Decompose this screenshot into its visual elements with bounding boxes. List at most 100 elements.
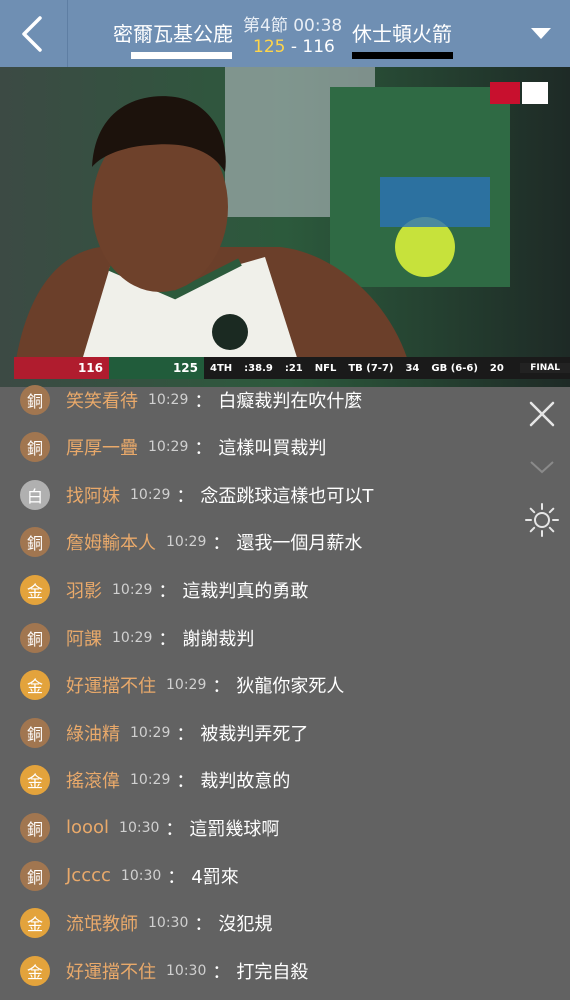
chat-panel[interactable]: 銅笑笑看待 10:29：白癡裁判在吹什麼銅厚厚一疊 10:29：這樣叫買裁判白找阿妹… (0, 384, 570, 1000)
chat-time: 10:29 (130, 486, 171, 503)
chat-time: 10:29 (112, 629, 153, 646)
chat-text: 狄龍你家死人 (236, 676, 345, 698)
chat-colon: ： (158, 580, 177, 602)
chat-username[interactable]: 阿課 (66, 625, 102, 651)
chat-username[interactable]: 搖滾偉 (66, 767, 120, 793)
chat-text: 謝謝裁判 (182, 628, 255, 650)
chat-message[interactable]: 銅阿課 10:29 ：謝謝裁判 (0, 614, 520, 661)
score-separator: - (285, 37, 303, 57)
level-badge: 銅 (20, 527, 50, 558)
level-badge: 銅 (20, 717, 50, 748)
chat-colon: ： (176, 485, 195, 507)
chat-time: 10:30 (120, 867, 162, 884)
chat-username[interactable]: 詹姆輸本人 (66, 529, 156, 555)
chat-time: 10:29 (148, 439, 189, 456)
level-badge: 銅 (20, 812, 50, 843)
chat-colon: ： (176, 771, 195, 793)
other-game-team2: GB (6-6) (431, 362, 478, 374)
chat-message[interactable]: 金流氓教師 10:30 ：沒犯規 (0, 900, 520, 947)
chevron-left-icon (22, 16, 42, 52)
chat-username[interactable]: loool (66, 817, 109, 838)
chat-username[interactable]: Jcccc (66, 865, 111, 886)
chevron-down-icon (530, 461, 554, 474)
close-button[interactable] (526, 398, 558, 434)
other-game-team1: TB (7-7) (348, 362, 394, 374)
chat-text: 念盃跳球這樣也可以T (200, 485, 374, 507)
chat-text: 沒犯規 (218, 914, 273, 936)
chat-username[interactable]: 厚厚一疊 (66, 434, 138, 460)
away-team-name[interactable]: 休士頓火箭 (352, 18, 452, 47)
chat-message[interactable]: 銅厚厚一疊 10:29 ：這樣叫買裁判 (0, 424, 520, 471)
home-team-name[interactable]: 密爾瓦基公鹿 (113, 18, 233, 47)
home-team-color-bar (131, 52, 232, 59)
chat-colon: ： (158, 628, 177, 650)
chat-message[interactable]: 金羽影 10:29 ：這裁判真的勇敢 (0, 566, 520, 613)
away-team-color-bar (352, 52, 453, 59)
chat-username[interactable]: 好運擋不住 (66, 958, 156, 984)
chat-time: 10:29 (112, 581, 153, 598)
game-header: 密爾瓦基公鹿 第4節 00:38 125 - 116 休士頓火箭 (0, 0, 570, 67)
chat-time: 10:30 (148, 915, 189, 932)
chat-message[interactable]: 金好運擋不住 10:30 ：打完自殺 (0, 947, 520, 994)
video-player[interactable]: 116 125 4TH :38.9 :21 NFL TB (7-7) 34 GB… (0, 67, 570, 387)
chat-message[interactable]: 白找阿妹 10:29 ：念盃跳球這樣也可以T (0, 471, 520, 518)
chat-colon: ： (194, 438, 213, 460)
chat-username[interactable]: 好運擋不住 (66, 672, 156, 698)
chat-message[interactable]: 金搖滾偉 10:29 ：裁判故意的 (0, 757, 520, 804)
chat-text: 打完自殺 (236, 961, 309, 983)
chat-text: 被裁判弄死了 (200, 723, 309, 745)
chat-time: 10:29 (130, 724, 171, 741)
chat-colon: ： (176, 723, 195, 745)
level-badge: 金 (20, 908, 50, 939)
divider (67, 0, 68, 67)
level-badge: 金 (20, 670, 50, 701)
level-badge: 白 (20, 479, 50, 510)
shot-clock: :21 (284, 362, 303, 374)
sun-icon (525, 503, 559, 537)
chat-message[interactable]: 銅 loool 10:30 ：這罰幾球啊 (0, 804, 520, 851)
chat-time: 10:30 (119, 819, 160, 836)
game-score: 125 - 116 (253, 37, 335, 57)
home-score: 125 (253, 37, 286, 57)
level-badge: 銅 (20, 432, 50, 463)
other-game-score2: 20 (489, 362, 504, 374)
game-period: 第4節 00:38 (243, 16, 343, 36)
chat-username[interactable]: 笑笑看待 (66, 387, 138, 413)
chat-username[interactable]: 羽影 (66, 577, 102, 603)
chat-text: 白癡裁判在吹什麼 (218, 390, 363, 412)
chat-username[interactable]: 綠油精 (66, 720, 120, 746)
chat-text: 這裁判真的勇敢 (182, 580, 309, 602)
brightness-button[interactable] (524, 502, 560, 542)
chat-text: 這樣叫買裁判 (218, 438, 327, 460)
video-frame (0, 67, 570, 387)
collapse-button[interactable] (528, 457, 556, 481)
chat-text: 這罰幾球啊 (189, 818, 280, 840)
chat-time: 10:29 (166, 677, 207, 694)
chat-message[interactable]: 金好運擋不住 10:29 ：狄龍你家死人 (0, 662, 520, 709)
back-button[interactable] (0, 0, 67, 67)
chat-time: 10:29 (130, 772, 171, 789)
dropdown-button[interactable] (530, 26, 552, 45)
chat-colon: ： (194, 390, 213, 412)
chat-username[interactable]: 找阿妹 (66, 482, 120, 508)
level-badge: 銅 (20, 384, 50, 415)
level-badge: 銅 (20, 622, 50, 653)
chat-colon: ： (165, 818, 184, 840)
chat-colon: ： (212, 961, 231, 983)
chat-colon: ： (167, 866, 186, 888)
chat-message[interactable]: 銅 Jcccc 10:30 ： 4罰來 (0, 852, 520, 899)
chat-message[interactable]: 銅綠油精 10:29 ：被裁判弄死了 (0, 709, 520, 756)
chat-time: 10:29 (148, 391, 189, 408)
chat-colon: ： (212, 676, 231, 698)
chat-text: 4罰來 (191, 866, 239, 888)
close-icon (529, 401, 555, 427)
chat-message[interactable]: 銅詹姆輸本人 10:29 ：還我一個月薪水 (0, 519, 520, 566)
chat-username[interactable]: 流氓教師 (66, 910, 138, 936)
chat-text: 裁判故意的 (200, 771, 291, 793)
away-score: 116 (302, 37, 335, 57)
chat-message[interactable]: 銅笑笑看待 10:29 ：白癡裁判在吹什麼 (0, 376, 520, 423)
league-label: NFL (314, 362, 337, 374)
quarter: 4TH (210, 362, 233, 374)
chat-time: 10:29 (166, 534, 207, 551)
game-status: FINAL (520, 363, 570, 373)
